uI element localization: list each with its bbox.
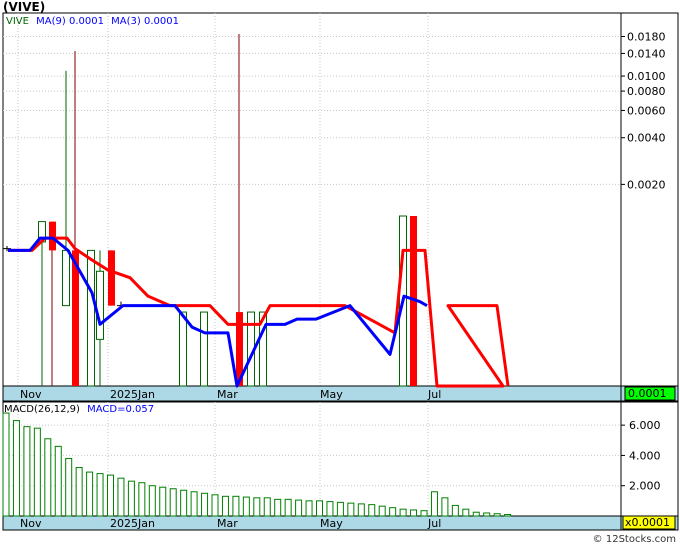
macd-tick-label: 4.000 <box>629 449 661 462</box>
price-candle <box>87 249 95 387</box>
macd-bar <box>54 445 62 517</box>
candle-body <box>87 249 95 387</box>
macd-bar <box>159 486 167 517</box>
macd-tick-label: 6.000 <box>629 419 661 432</box>
macd-x-label: Jul <box>427 517 441 530</box>
macd-bar <box>451 504 459 517</box>
macd-bar <box>211 494 219 517</box>
macd-bar <box>148 485 156 517</box>
macd-bar <box>389 507 397 517</box>
legend-ma9-value: 0.0001 <box>68 16 104 27</box>
macd-bar <box>305 500 313 517</box>
macd-bar <box>33 427 41 517</box>
price-candle <box>179 311 187 387</box>
macd-bar <box>127 480 135 517</box>
macd-legend: MACD(26,12,9) MACD=0.057 <box>4 404 154 415</box>
macd-bar <box>430 491 438 517</box>
macd-bar <box>493 513 501 517</box>
macd-bar <box>472 511 480 517</box>
macd-bar <box>138 482 146 517</box>
macd-last-label: x0.0001 <box>625 516 670 529</box>
macd-bar <box>2 412 10 517</box>
price-x-label: 2025Jan <box>110 388 155 401</box>
macd-bar <box>117 477 125 517</box>
candle-body <box>200 311 208 387</box>
price-x-axis-band <box>2 385 622 402</box>
macd-bar <box>44 438 52 517</box>
macd-bar <box>221 495 229 517</box>
legend-macd-value: MACD=0.057 <box>87 404 155 415</box>
macd-bar <box>378 505 386 517</box>
macd-bar <box>253 497 261 517</box>
legend-symbol: VIVE <box>6 16 29 27</box>
macd-bar <box>326 501 334 517</box>
macd-x-label: May <box>320 517 343 530</box>
macd-bar <box>169 488 177 517</box>
chart-canvas: 0.0180 0.0140 0.0100 0.0080 0.0060 0.0040 0.00… <box>2 12 679 531</box>
legend-ma3-value: 0.0001 <box>143 16 179 27</box>
candle-body <box>96 270 104 340</box>
price-candle <box>200 311 208 387</box>
macd-bar <box>347 502 355 517</box>
macd-bar <box>23 426 31 517</box>
macd-bar <box>399 508 407 517</box>
macd-bar <box>504 513 512 517</box>
macd-bar <box>12 420 20 517</box>
macd-bar <box>96 473 104 517</box>
watermark: © 12Stocks.com <box>592 534 676 545</box>
legend-macd-label: MACD(26,12,9) <box>4 404 80 415</box>
macd-bar <box>190 491 198 517</box>
macd-bar <box>295 499 303 517</box>
candle-body <box>49 221 56 251</box>
macd-bar <box>242 496 250 517</box>
macd-bar <box>420 510 428 517</box>
macd-x-label: 2025Jan <box>110 517 155 530</box>
macd-bar <box>75 467 83 517</box>
macd-x-axis-band <box>2 515 622 531</box>
price-tick-label: 0.0060 <box>627 104 666 117</box>
macd-bar <box>336 501 344 517</box>
price-tick-label: 0.0100 <box>627 70 666 83</box>
macd-bar <box>263 497 271 517</box>
macd-bar <box>462 508 470 517</box>
candle-body <box>179 311 187 387</box>
macd-bar <box>357 503 365 517</box>
legend-ma3-label: MA(3) <box>111 16 141 27</box>
price-tick-label: 0.0180 <box>627 31 666 44</box>
candle-body <box>62 249 70 307</box>
price-tick-label: 0.0020 <box>627 178 666 191</box>
macd-bar <box>284 498 292 517</box>
macd-bar <box>201 492 209 517</box>
price-tick-label: 0.0140 <box>627 47 666 60</box>
macd-bar <box>86 471 94 517</box>
price-tick-label: 0.0040 <box>627 132 666 145</box>
last-price-label: 0.0001 <box>628 387 667 400</box>
price-x-label: Jul <box>427 388 441 401</box>
price-x-label: May <box>320 388 343 401</box>
ticker-label: (VIVE) <box>3 0 46 14</box>
macd-bar <box>180 489 188 517</box>
macd-bar <box>232 495 240 517</box>
macd-x-label: Nov <box>20 517 42 530</box>
macd-bar <box>368 504 376 517</box>
macd-tick-label: 2.000 <box>629 480 661 493</box>
price-panel-frame <box>2 12 679 402</box>
macd-x-label: Mar <box>217 517 238 530</box>
price-x-label: Nov <box>20 388 42 401</box>
macd-bar <box>274 498 282 517</box>
candle-body <box>108 250 115 306</box>
macd-bar <box>65 457 73 517</box>
macd-bar <box>410 509 418 517</box>
macd-bar <box>107 474 114 517</box>
macd-bar <box>441 497 449 517</box>
macd-bar <box>483 512 491 517</box>
price-candle <box>108 250 115 306</box>
macd-bar <box>316 500 323 517</box>
stock-chart: 0.0180 0.0140 0.0100 0.0080 0.0060 0.0040 0.00… <box>0 0 680 546</box>
price-legend: VIVE MA(9) 0.0001 MA(3) 0.0001 <box>6 16 179 27</box>
legend-ma9-label: MA(9) <box>36 16 66 27</box>
price-tick-label: 0.0080 <box>627 85 666 98</box>
price-x-label: Mar <box>217 388 238 401</box>
